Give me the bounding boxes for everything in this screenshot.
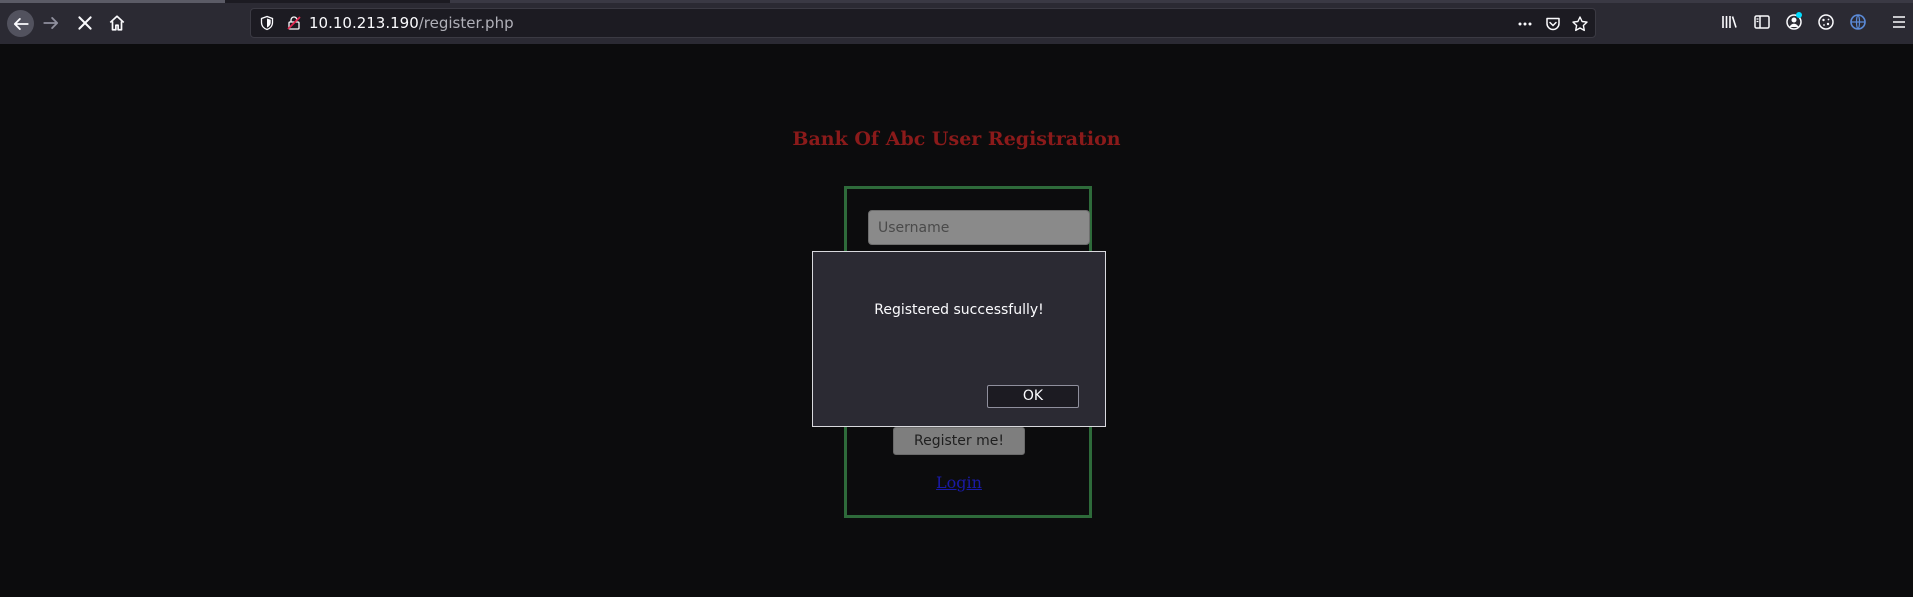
tab-strip-background [450,0,1913,3]
pocket-icon[interactable] [1544,15,1562,33]
url-text[interactable]: 10.10.213.190/register.php [309,14,514,32]
alert-dialog: Registered successfully! OK [812,251,1106,427]
hamburger-menu-icon[interactable] [1889,12,1909,32]
url-host: 10.10.213.190 [309,14,419,32]
register-button[interactable]: Register me! [893,427,1025,455]
cookie-editor-icon[interactable] [1816,12,1836,32]
active-tab-indicator[interactable] [0,0,225,3]
back-arrow-icon [13,17,29,30]
url-bar[interactable]: 10.10.213.190/register.php [250,8,1596,38]
notification-dot [1796,12,1802,18]
bookmark-star-icon[interactable] [1571,15,1589,33]
stop-loading-icon [78,16,92,30]
alert-message: Registered successfully! [874,302,1044,318]
login-link[interactable]: Login [0,473,1913,492]
url-path: /register.php [418,14,514,32]
browser-toolbar: 10.10.213.190/register.php [0,0,1913,44]
sidebar-icon[interactable] [1752,12,1772,32]
insecure-connection-icon[interactable] [286,15,302,31]
ok-button[interactable]: OK [987,385,1079,408]
extension-icon[interactable] [1848,12,1868,32]
page-actions-more-icon[interactable] [1516,15,1534,33]
home-icon [109,15,125,31]
account-button[interactable] [1784,12,1804,32]
tracking-protection-shield-icon[interactable] [259,15,275,31]
back-button[interactable] [7,10,34,37]
page-title: Bank Of Abc User Registration [792,128,1121,150]
home-button[interactable] [105,11,129,35]
stop-button[interactable] [73,11,97,35]
forward-arrow-icon [43,17,59,29]
username-input[interactable] [868,210,1090,245]
library-icon[interactable] [1719,12,1739,32]
forward-button[interactable] [39,11,63,35]
